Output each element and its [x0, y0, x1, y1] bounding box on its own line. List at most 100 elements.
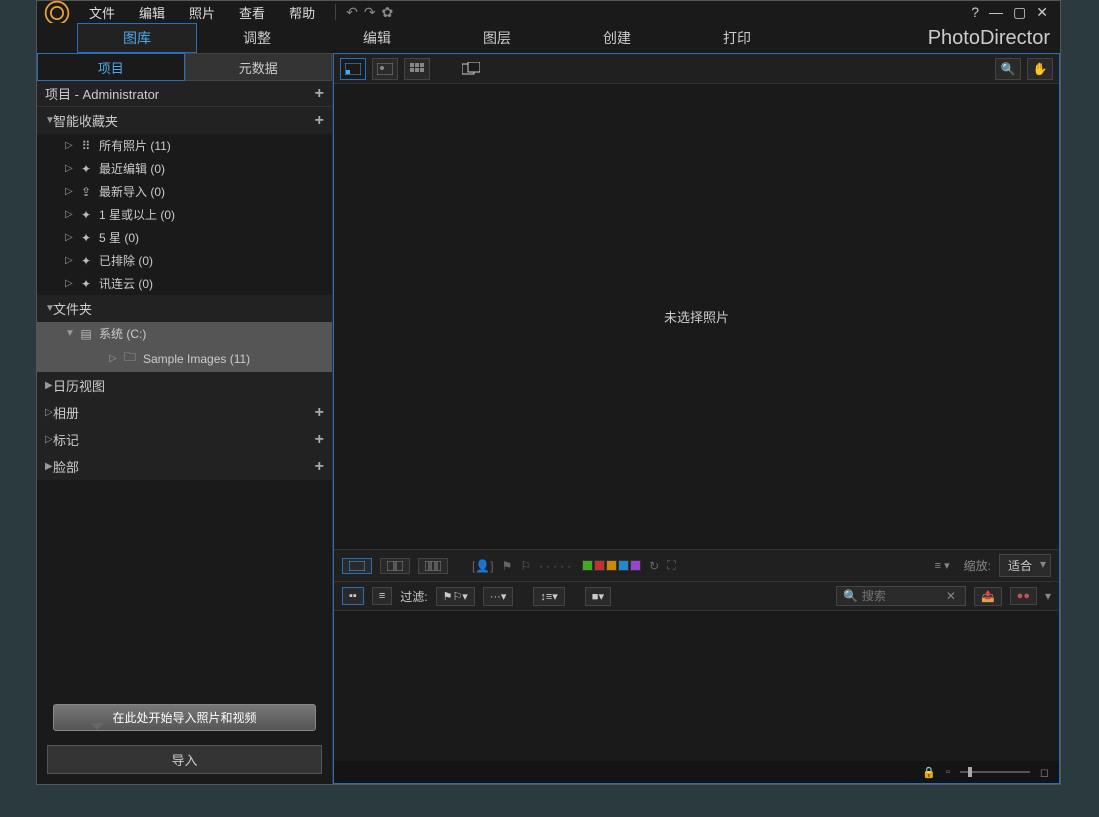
close-icon[interactable]: ✕: [1036, 4, 1048, 21]
tab-print[interactable]: 打印: [677, 24, 797, 52]
thumb-size-min-icon: ▫: [946, 766, 950, 778]
face-tag-icon[interactable]: [👤]: [472, 559, 494, 573]
record-icon[interactable]: ●●: [1010, 587, 1037, 605]
tree-item-label: 系统 (C:): [99, 325, 146, 342]
zoom-select[interactable]: 适合▾: [999, 554, 1051, 577]
chevron-right-icon: ▷: [65, 163, 73, 174]
clear-search-icon[interactable]: ✕: [946, 589, 956, 603]
tab-library[interactable]: 图库: [77, 23, 197, 53]
chevron-right-icon: ▷: [65, 278, 73, 289]
sidebar-tab-project[interactable]: 项目: [37, 53, 185, 81]
sidebar-tab-metadata[interactable]: 元数据: [185, 53, 333, 81]
star-icon: ✦: [79, 162, 93, 176]
app-window: 文件 编辑 照片 查看 帮助 ↶ ↷ ✿ ? — ▢ ✕ 图库 调整 编辑 图层…: [36, 0, 1061, 785]
search-input[interactable]: [862, 589, 942, 603]
star-icon: ✦: [79, 277, 93, 291]
pan-hand-icon[interactable]: ✋: [1027, 58, 1053, 80]
thumb-size-list[interactable]: ≡: [372, 587, 392, 605]
crop-ext-icon[interactable]: ⛶: [667, 558, 675, 573]
view-mode-grid[interactable]: [404, 58, 430, 80]
import-icon: ⇪: [79, 185, 93, 199]
add-smart-icon[interactable]: +: [315, 112, 324, 130]
tab-adjust[interactable]: 调整: [197, 24, 317, 52]
tree-item-label: 1 星或以上 (0): [99, 206, 175, 223]
smart-item-excluded[interactable]: ▷✦已排除 (0): [37, 249, 332, 272]
star-icon: ✦: [79, 208, 93, 222]
zoom-tool-icon[interactable]: 🔍: [995, 58, 1021, 80]
menu-edit[interactable]: 编辑: [129, 1, 175, 24]
menu-photo[interactable]: 照片: [179, 1, 225, 24]
tab-layers[interactable]: 图层: [437, 24, 557, 52]
compare-single[interactable]: [342, 558, 372, 574]
sort-menu[interactable]: ≡ ▾: [929, 557, 956, 574]
section-tags[interactable]: ▷ 标记 +: [37, 426, 332, 453]
redo-icon[interactable]: ↷: [364, 4, 376, 21]
star-icon: ✦: [79, 231, 93, 245]
sitemap-icon: ⠿: [79, 139, 93, 153]
project-header: 项目 - Administrator +: [37, 81, 332, 107]
smart-item-latest-import[interactable]: ▷⇪最新导入 (0): [37, 180, 332, 203]
add-face-icon[interactable]: +: [315, 458, 324, 476]
add-project-icon[interactable]: +: [315, 85, 324, 103]
flag-pick-icon[interactable]: ⚑: [502, 559, 513, 573]
tab-create[interactable]: 创建: [557, 24, 677, 52]
thumbnail-size-slider[interactable]: [960, 771, 1030, 773]
lock-icon[interactable]: 🔒: [922, 766, 936, 779]
star-icon: ✦: [79, 254, 93, 268]
more-dropdown-icon[interactable]: ▾: [1045, 589, 1051, 603]
filter-color[interactable]: ■▾: [585, 587, 611, 606]
view-mode-single[interactable]: [372, 58, 398, 80]
menu-separator: [335, 4, 336, 20]
section-label: 脸部: [53, 457, 79, 476]
viewer-panel: 🔍 ✋ 未选择照片 [👤] ⚑ ⚐ ····· ↻ ⛶: [333, 53, 1060, 784]
tab-edit[interactable]: 编辑: [317, 24, 437, 52]
section-smart-collections[interactable]: ▼ 智能收藏夹 +: [37, 107, 332, 134]
compare-multi[interactable]: [418, 558, 448, 574]
export-icon[interactable]: 📤: [974, 587, 1002, 606]
smart-item-5star[interactable]: ▷✦5 星 (0): [37, 226, 332, 249]
section-albums[interactable]: ▷ 相册 +: [37, 399, 332, 426]
smart-item-recent-edit[interactable]: ▷✦最近编辑 (0): [37, 157, 332, 180]
folder-sample-images[interactable]: ▷ 🗀 Sample Images (11): [37, 345, 332, 372]
section-label: 日历视图: [53, 376, 105, 395]
zoom-label: 缩放:: [964, 557, 991, 574]
secondary-display-icon[interactable]: [458, 58, 484, 80]
maximize-icon[interactable]: ▢: [1013, 4, 1026, 21]
color-labels[interactable]: [582, 560, 641, 571]
section-faces[interactable]: ▶ 脸部 +: [37, 453, 332, 480]
smart-item-1star[interactable]: ▷ ✦ 1 星或以上 (0): [37, 203, 332, 226]
undo-icon[interactable]: ↶: [346, 4, 358, 21]
filter-flag[interactable]: ⚑⚐▾: [436, 587, 475, 606]
filter-rating[interactable]: ···▾: [483, 587, 514, 606]
search-box[interactable]: 🔍 ✕: [836, 586, 966, 606]
folder-root[interactable]: ▼ ▤ 系统 (C:): [37, 322, 332, 345]
chevron-right-icon: ▷: [65, 209, 73, 220]
tree-item-label: 所有照片 (11): [99, 137, 171, 154]
lower-toolbar-metadata: [👤] ⚑ ⚐ ····· ↻ ⛶ ≡ ▾ 缩放: 适合▾: [334, 549, 1059, 582]
menu-file[interactable]: 文件: [79, 1, 125, 24]
filter-sort-updown[interactable]: ↕≡▾: [533, 587, 564, 606]
section-folders[interactable]: ▼ 文件夹: [37, 295, 332, 322]
smart-item-all-photos[interactable]: ▷⠿所有照片 (11): [37, 134, 332, 157]
minimize-icon[interactable]: —: [989, 4, 1003, 20]
rating-stars[interactable]: ·····: [539, 559, 574, 573]
menu-help[interactable]: 帮助: [279, 1, 325, 24]
zoom-value: 适合: [1008, 559, 1032, 573]
window-controls: ? — ▢ ✕: [965, 4, 1054, 21]
add-tag-icon[interactable]: +: [315, 431, 324, 449]
thumb-size-small[interactable]: ▪▪: [342, 587, 364, 605]
add-album-icon[interactable]: +: [315, 404, 324, 422]
settings-gear-icon[interactable]: ✿: [382, 4, 394, 21]
filter-label: 过滤:: [400, 588, 427, 605]
import-button[interactable]: 导入: [47, 745, 322, 774]
viewer-canvas: 未选择照片: [334, 84, 1059, 549]
help-icon[interactable]: ?: [971, 4, 979, 20]
rotate-icon[interactable]: ↻: [649, 559, 659, 573]
tree-item-label: 已排除 (0): [99, 252, 153, 269]
menu-view[interactable]: 查看: [229, 1, 275, 24]
smart-item-cloud[interactable]: ▷✦讯连云 (0): [37, 272, 332, 295]
view-mode-thumb-overlay[interactable]: [340, 58, 366, 80]
section-calendar[interactable]: ▶ 日历视图: [37, 372, 332, 399]
flag-reject-icon[interactable]: ⚐: [520, 559, 531, 573]
compare-split[interactable]: [380, 558, 410, 574]
